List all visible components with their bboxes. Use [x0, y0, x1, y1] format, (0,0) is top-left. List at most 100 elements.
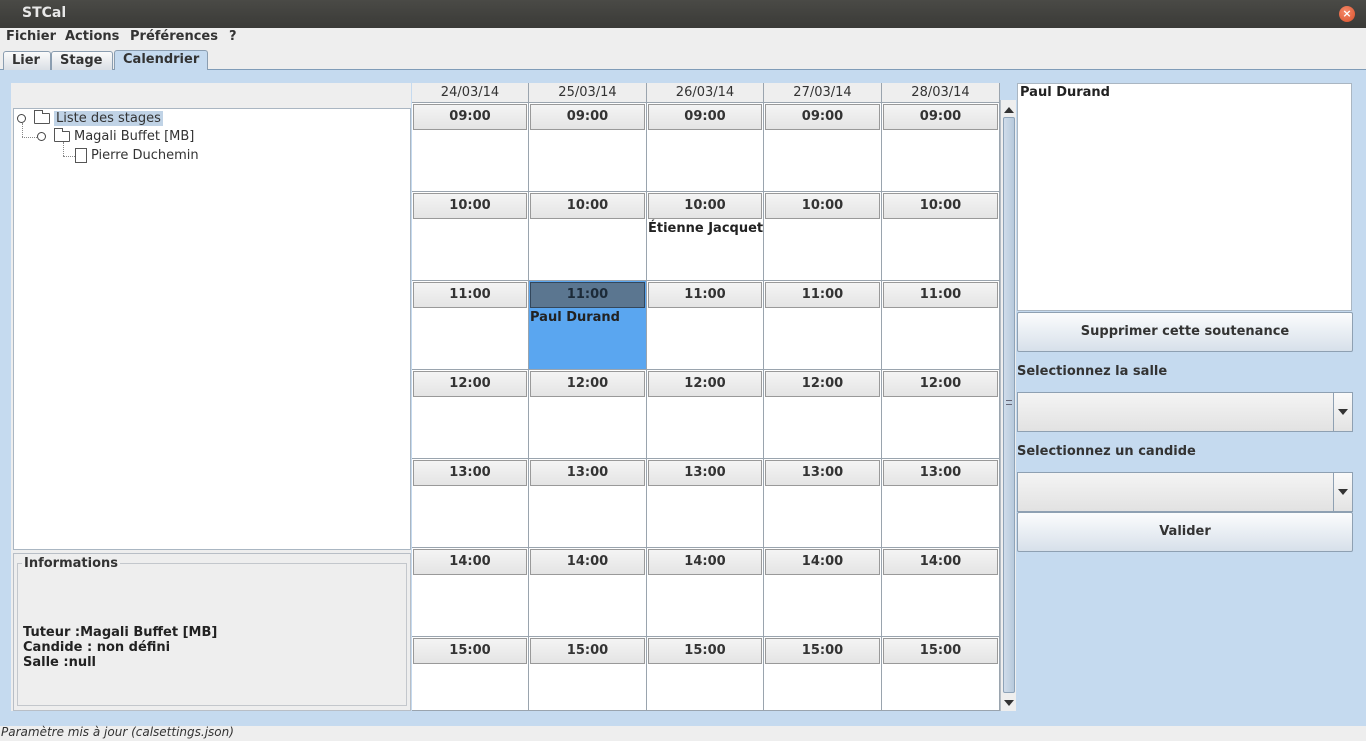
- time-slot[interactable]: 11:00 Paul Durand: [529, 281, 647, 370]
- hour-button[interactable]: 11:00: [413, 282, 527, 308]
- time-slot[interactable]: 11:00: [882, 281, 1000, 370]
- hour-button[interactable]: 15:00: [883, 638, 998, 664]
- time-slot[interactable]: 10:00: [412, 192, 529, 281]
- time-slot[interactable]: 09:00: [647, 103, 764, 192]
- hour-button[interactable]: 11:00: [648, 282, 762, 308]
- tree-leaf-label: Pierre Duchemin: [91, 148, 199, 163]
- time-slot[interactable]: 12:00: [882, 370, 1000, 459]
- hour-button[interactable]: 09:00: [765, 104, 880, 130]
- time-slot[interactable]: 09:00: [764, 103, 882, 192]
- hour-button[interactable]: 15:00: [648, 638, 762, 664]
- time-slot[interactable]: 14:00: [647, 548, 764, 637]
- hour-button[interactable]: 09:00: [883, 104, 998, 130]
- time-slot[interactable]: 13:00: [529, 459, 647, 548]
- tree-root-row[interactable]: Liste des stages: [17, 110, 163, 128]
- hour-button[interactable]: 10:00: [530, 193, 645, 219]
- defense-event[interactable]: Étienne Jacquet: [648, 221, 763, 236]
- hour-button[interactable]: 12:00: [413, 371, 527, 397]
- candide-dropdown-button[interactable]: [1333, 473, 1352, 511]
- time-slot[interactable]: 13:00: [412, 459, 529, 548]
- tab-stage[interactable]: Stage: [51, 51, 113, 70]
- time-slot[interactable]: 12:00: [412, 370, 529, 459]
- expand-toggle-icon[interactable]: [17, 114, 26, 123]
- scroll-thumb[interactable]: [1003, 117, 1015, 693]
- hour-button[interactable]: 09:00: [530, 104, 645, 130]
- time-slot[interactable]: 10:00: [882, 192, 1000, 281]
- hour-button[interactable]: 14:00: [883, 549, 998, 575]
- time-slot[interactable]: 15:00: [647, 637, 764, 711]
- hour-button[interactable]: 10:00: [765, 193, 880, 219]
- time-slot[interactable]: 10:00: [529, 192, 647, 281]
- time-slot[interactable]: 12:00: [529, 370, 647, 459]
- time-slot[interactable]: 15:00: [412, 637, 529, 711]
- scroll-up-icon[interactable]: [1004, 107, 1014, 113]
- defense-event[interactable]: Paul Durand: [530, 310, 620, 325]
- time-slot[interactable]: 15:00: [882, 637, 1000, 711]
- candide-select[interactable]: [1017, 472, 1353, 512]
- time-slot[interactable]: 14:00: [764, 548, 882, 637]
- time-slot[interactable]: 15:00: [529, 637, 647, 711]
- hour-button[interactable]: 11:00: [530, 282, 645, 308]
- validate-button[interactable]: Valider: [1017, 512, 1353, 552]
- time-slot[interactable]: 11:00: [647, 281, 764, 370]
- hour-button[interactable]: 12:00: [530, 371, 645, 397]
- room-dropdown-button[interactable]: [1333, 393, 1352, 431]
- hour-button[interactable]: 15:00: [413, 638, 527, 664]
- time-slot[interactable]: 12:00: [647, 370, 764, 459]
- time-slot[interactable]: 15:00: [764, 637, 882, 711]
- hour-button[interactable]: 15:00: [530, 638, 645, 664]
- hour-button[interactable]: 14:00: [765, 549, 880, 575]
- time-slot[interactable]: 13:00: [764, 459, 882, 548]
- close-icon[interactable]: ×: [1339, 6, 1355, 22]
- calendar-scrollbar[interactable]: [1000, 100, 1016, 711]
- hour-button[interactable]: 14:00: [530, 549, 645, 575]
- stage-tree[interactable]: Liste des stages Magali Buffet [MB] Pier…: [13, 108, 411, 550]
- tab-lier[interactable]: Lier: [3, 51, 51, 70]
- menu-actions[interactable]: Actions: [65, 29, 119, 44]
- tree-child-row[interactable]: Magali Buffet [MB]: [37, 128, 194, 146]
- time-slot[interactable]: 11:00: [412, 281, 529, 370]
- hour-button[interactable]: 12:00: [648, 371, 762, 397]
- hour-button[interactable]: 10:00: [413, 193, 527, 219]
- hour-button[interactable]: 09:00: [648, 104, 762, 130]
- time-slot[interactable]: 09:00: [529, 103, 647, 192]
- time-slot[interactable]: 09:00: [412, 103, 529, 192]
- time-slot[interactable]: 11:00: [764, 281, 882, 370]
- time-slot[interactable]: 14:00: [882, 548, 1000, 637]
- calendar-grid: 24/03/14 25/03/14 26/03/14 27/03/14 28/03/14…: [412, 83, 1000, 711]
- tree-leaf-row[interactable]: Pierre Duchemin: [75, 147, 199, 165]
- hour-button[interactable]: 11:00: [883, 282, 998, 308]
- informations-fieldset: Informations Tuteur :Magali Buffet [MB] …: [17, 556, 407, 706]
- hour-button[interactable]: 14:00: [413, 549, 527, 575]
- hour-button[interactable]: 12:00: [883, 371, 998, 397]
- hour-button[interactable]: 12:00: [765, 371, 880, 397]
- hour-button[interactable]: 09:00: [413, 104, 527, 130]
- hour-button[interactable]: 10:00: [883, 193, 998, 219]
- hour-button[interactable]: 15:00: [765, 638, 880, 664]
- hour-button[interactable]: 13:00: [648, 460, 762, 486]
- time-slot[interactable]: 09:00: [882, 103, 1000, 192]
- selected-defense-text[interactable]: Paul Durand: [1017, 83, 1352, 311]
- expand-toggle-icon[interactable]: [37, 132, 46, 141]
- time-slot[interactable]: 10:00: [764, 192, 882, 281]
- hour-button[interactable]: 14:00: [648, 549, 762, 575]
- time-slot[interactable]: 14:00: [412, 548, 529, 637]
- hour-button[interactable]: 13:00: [530, 460, 645, 486]
- hour-button[interactable]: 11:00: [765, 282, 880, 308]
- menu-fichier[interactable]: Fichier: [6, 29, 56, 44]
- menu-help[interactable]: ?: [229, 29, 237, 44]
- delete-defense-button[interactable]: Supprimer cette soutenance: [1017, 312, 1353, 352]
- hour-button[interactable]: 13:00: [413, 460, 527, 486]
- time-slot[interactable]: 13:00: [647, 459, 764, 548]
- time-slot[interactable]: 10:00 Étienne Jacquet: [647, 192, 764, 281]
- time-slot[interactable]: 12:00: [764, 370, 882, 459]
- time-slot[interactable]: 14:00: [529, 548, 647, 637]
- menu-preferences[interactable]: Préférences: [130, 29, 218, 44]
- hour-button[interactable]: 10:00: [648, 193, 762, 219]
- hour-button[interactable]: 13:00: [883, 460, 998, 486]
- tab-calendrier[interactable]: Calendrier: [114, 50, 208, 70]
- room-select[interactable]: [1017, 392, 1353, 432]
- hour-button[interactable]: 13:00: [765, 460, 880, 486]
- time-slot[interactable]: 13:00: [882, 459, 1000, 548]
- scroll-down-icon[interactable]: [1004, 700, 1014, 706]
